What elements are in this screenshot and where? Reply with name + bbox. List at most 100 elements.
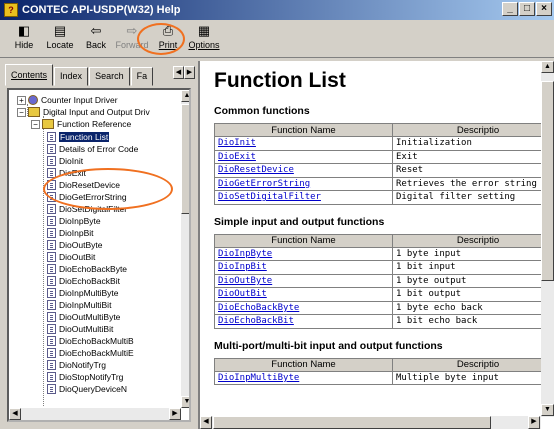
tree-item[interactable]: Details of Error Code (47, 143, 138, 155)
tree-horizontal-scrollbar[interactable]: ◀ ▶ (9, 408, 181, 420)
options-icon: ▦ (197, 23, 211, 38)
tab-contents[interactable]: Contents (5, 64, 54, 86)
scroll-down-button[interactable]: ▼ (541, 404, 554, 416)
print-highlight-circle (137, 23, 185, 55)
tree-item[interactable]: DioNotifyTrg (47, 359, 106, 371)
collapse-icon[interactable]: − (17, 107, 26, 117)
tree-item[interactable]: DioEchoBackBit (47, 275, 120, 287)
window-title: CONTEC API-USDP(W32) Help (22, 4, 181, 16)
scroll-thumb[interactable] (213, 416, 491, 429)
page-icon (47, 288, 56, 298)
book-open-icon (28, 107, 40, 117)
page-icon (47, 276, 56, 286)
content-vertical-scrollbar[interactable]: ▲ ▼ (541, 61, 554, 417)
page-icon (47, 144, 56, 154)
tree-item[interactable]: DioOutMultiByte (47, 311, 120, 323)
hide-icon: ◧ (17, 23, 31, 38)
simple-io-functions-table: Function Name Descriptio DioInpByte 1 byte… (214, 233, 554, 329)
table-row: DioInpBit 1 bit input (214, 260, 554, 275)
tab-scroll-left-button[interactable]: ◀ (173, 66, 184, 79)
page-icon (47, 336, 56, 346)
common-functions-table: Function Name Descriptio DioInit Initializ… (214, 123, 554, 205)
scroll-up-button[interactable]: ▲ (181, 90, 189, 102)
page-icon (47, 312, 56, 322)
tree-item[interactable]: DioEchoBackMultiB (47, 335, 134, 347)
function-link[interactable]: DioSetDigitalFilter (218, 192, 321, 202)
back-button[interactable]: ⇦ Back (78, 20, 114, 56)
table-row: DioGetErrorString Retrieves the error str… (214, 176, 554, 191)
navigation-pane: Contents Index Search Fa ◀ ▶ + Counter In… (3, 62, 195, 426)
contents-tree: + Counter Input Driver − Digital Input and… (7, 88, 191, 422)
scroll-left-button[interactable]: ◀ (9, 408, 21, 420)
page-icon (47, 216, 56, 226)
toolbar: ◧ Hide ▤ Locate ⇦ Back ⇨ Forward ⎙ Print ▦ Opt… (0, 20, 554, 58)
function-link[interactable]: DioEchoBackBit (218, 316, 294, 326)
book-open-icon (42, 119, 54, 129)
maximize-button[interactable]: □ (519, 2, 535, 16)
tab-search[interactable]: Search (89, 67, 130, 86)
tab-favorites[interactable]: Fa (130, 67, 154, 86)
collapse-icon[interactable]: − (31, 119, 40, 129)
tree-item[interactable]: DioOutMultiBit (47, 323, 113, 335)
scroll-thumb[interactable] (181, 104, 189, 214)
content-pane: Function List Common functions Function … (198, 61, 554, 429)
page-icon (47, 372, 56, 382)
tree-item-digital-io[interactable]: − Digital Input and Output Driv (17, 106, 150, 118)
tree-item[interactable]: DioOutBit (47, 251, 95, 263)
function-link[interactable]: DioResetDevice (218, 165, 294, 175)
tree-item-function-reference[interactable]: − Function Reference (31, 118, 131, 130)
function-link[interactable]: DioInpMultiByte (218, 373, 299, 383)
page-icon (47, 360, 56, 370)
table-row: DioExit Exit (214, 149, 554, 164)
scroll-right-button[interactable]: ▶ (528, 416, 540, 429)
tree-item[interactable]: DioEchoBackByte (47, 263, 127, 275)
page-title: Function List (214, 69, 346, 92)
tree-item[interactable]: DioInit (47, 155, 83, 167)
locate-button[interactable]: ▤ Locate (42, 20, 78, 56)
function-link[interactable]: DioEchoBackByte (218, 303, 299, 313)
tree-item[interactable]: DioEchoBackMultiE (47, 347, 134, 359)
tree-item[interactable]: DioInpMultiByte (47, 287, 119, 299)
minimize-button[interactable]: _ (502, 2, 518, 16)
tree-item[interactable]: DioInpMultiBit (47, 299, 111, 311)
hide-button[interactable]: ◧ Hide (6, 20, 42, 56)
tree-item[interactable]: DioOutByte (47, 239, 102, 251)
table-row: DioSetDigitalFilter Digital filter settin… (214, 190, 554, 205)
function-link[interactable]: DioInit (218, 138, 256, 148)
scroll-right-button[interactable]: ▶ (169, 408, 181, 420)
scroll-down-button[interactable]: ▼ (181, 396, 189, 408)
function-link[interactable]: DioOutBit (218, 289, 267, 299)
tree-item[interactable]: DioQueryDeviceN (47, 383, 127, 395)
close-button[interactable]: × (536, 2, 552, 16)
function-link[interactable]: DioExit (218, 152, 256, 162)
content-horizontal-scrollbar[interactable]: ◀ ▶ (200, 416, 541, 429)
table-row: DioEchoBackByte 1 byte echo back (214, 300, 554, 315)
tab-index[interactable]: Index (54, 67, 89, 86)
tree-item-counter-input[interactable]: + Counter Input Driver (17, 94, 118, 106)
table-row: DioInpMultiByte Multiple byte input (214, 370, 554, 385)
help-window: ? CONTEC API-USDP(W32) Help _ □ × ◧ Hide … (0, 0, 554, 429)
page-icon (47, 384, 56, 394)
expand-icon[interactable]: + (17, 95, 26, 105)
tree-item[interactable]: DioInpByte (47, 215, 101, 227)
page-icon (47, 228, 56, 238)
options-button[interactable]: ▦ Options (186, 20, 222, 56)
page-icon (47, 132, 56, 142)
function-link[interactable]: DioGetErrorString (218, 179, 310, 189)
section-heading: Common functions (214, 105, 310, 117)
function-link[interactable]: DioInpByte (218, 249, 272, 259)
tab-scroll-right-button[interactable]: ▶ (184, 66, 195, 79)
table-row: DioOutBit 1 bit output (214, 287, 554, 302)
function-link[interactable]: DioOutByte (218, 276, 272, 286)
book-closed-icon (28, 95, 38, 105)
tree-item[interactable]: DioStopNotifyTrg (47, 371, 123, 383)
scroll-thumb[interactable] (541, 81, 554, 281)
section-heading: Simple input and output functions (214, 215, 385, 228)
scroll-up-button[interactable]: ▲ (541, 61, 554, 73)
tree-vertical-scrollbar[interactable]: ▲ ▼ (181, 90, 189, 408)
scroll-left-button[interactable]: ◀ (200, 416, 212, 429)
tree-item-function-list[interactable]: Function List (47, 131, 110, 143)
tree-item[interactable]: DioInpBit (47, 227, 94, 239)
page-icon (47, 156, 56, 166)
function-link[interactable]: DioInpBit (218, 262, 267, 272)
